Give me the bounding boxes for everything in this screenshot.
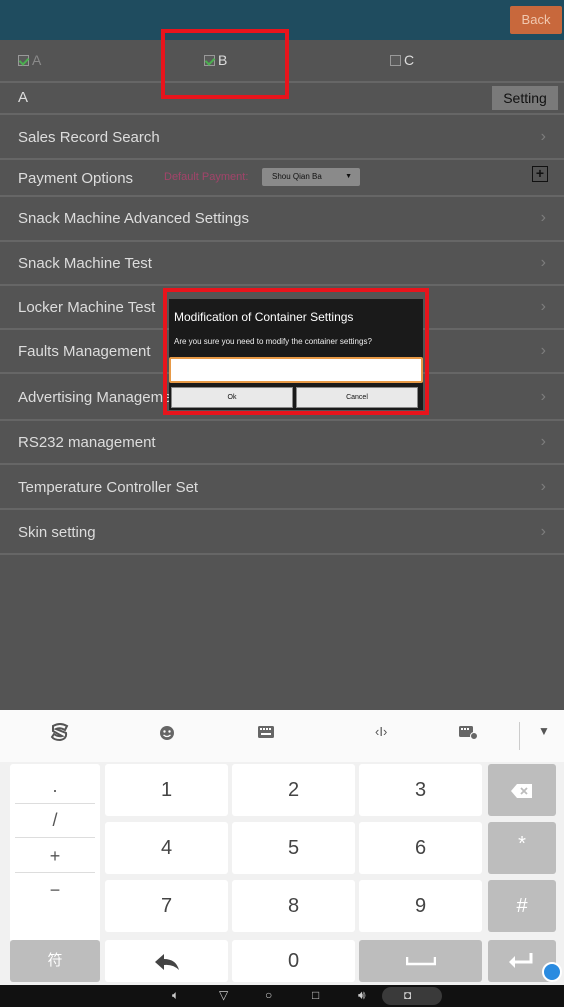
screenshot-pill[interactable]: [382, 987, 442, 1005]
menu-item-label: Snack Machine Advanced Settings: [18, 210, 249, 227]
caret-down-icon: ▼: [345, 173, 352, 180]
key-9[interactable]: 9: [359, 880, 482, 932]
chevron-right-icon: ›: [540, 478, 546, 495]
backspace-key[interactable]: [488, 764, 556, 816]
enter-icon: [509, 953, 533, 968]
symbol-divider: [15, 872, 95, 873]
symbol-divider: [15, 803, 95, 804]
menu-item-label: RS232 management: [18, 434, 156, 451]
checkbox-c-box: [390, 54, 401, 66]
checkbox-a-label: A: [32, 52, 42, 68]
app-root: Back A B C A Setting Sales Record Search: [0, 0, 564, 1007]
menu-item-label: Advertising Management: [18, 389, 184, 406]
checkbox-c-label: C: [404, 52, 415, 68]
key-4[interactable]: 4: [105, 822, 228, 874]
keyboard-icon[interactable]: [257, 724, 275, 745]
confirm-dialog: Modification of Container Settings Are y…: [169, 299, 423, 410]
checkbox-a-box: [18, 54, 29, 66]
cancel-button[interactable]: Cancel: [296, 387, 418, 408]
dialog-title: Modification of Container Settings: [174, 310, 354, 324]
back-button[interactable]: Back: [510, 6, 562, 34]
volume-up-icon[interactable]: 🔊︎: [358, 988, 366, 1003]
key-5[interactable]: 5: [232, 822, 355, 874]
container-setting-label: A: [18, 89, 29, 106]
setting-button[interactable]: Setting: [492, 86, 558, 110]
menu-item-label: Temperature Controller Set: [18, 479, 199, 496]
volume-down-icon[interactable]: 🔈︎: [172, 988, 179, 1003]
chevron-right-icon: ›: [540, 342, 546, 359]
toolbar-divider: [519, 722, 520, 750]
dialog-input[interactable]: [169, 357, 423, 383]
space-icon: [406, 957, 436, 966]
chevron-right-icon: ›: [540, 433, 546, 450]
ime-logo-icon[interactable]: [50, 722, 70, 747]
checkbox-a[interactable]: A: [18, 52, 41, 68]
highlight-box-checkbox-b: [161, 29, 289, 99]
key-2[interactable]: 2: [232, 764, 355, 816]
chevron-right-icon: ›: [540, 128, 546, 145]
numeric-keyboard: . / + − 1 2 3 4 5 6 * 7 8 9 # 符 0: [0, 762, 564, 985]
menu-item-temperature[interactable]: Temperature Controller Set ›: [0, 465, 564, 510]
chevron-right-icon: ›: [540, 298, 546, 315]
chevron-right-icon: ›: [540, 388, 546, 405]
chevron-right-icon: ›: [540, 209, 546, 226]
nav-home-icon[interactable]: ○: [265, 988, 272, 1002]
key-symbol[interactable]: +: [13, 846, 97, 867]
checkbox-c[interactable]: C: [390, 52, 414, 68]
system-nav-bar: 🔈︎ ▽ ○ □ 🔊︎ ◘: [0, 985, 564, 1007]
key-hash[interactable]: #: [488, 880, 556, 932]
key-star[interactable]: *: [488, 822, 556, 874]
default-payment-select[interactable]: Shou Qian Ba ▼: [262, 168, 360, 186]
key-0[interactable]: 0: [232, 940, 355, 982]
key-back[interactable]: [105, 940, 228, 982]
menu-item-label: Sales Record Search: [18, 129, 160, 146]
chevron-right-icon: ›: [540, 254, 546, 271]
default-payment-label: Default Payment:: [164, 171, 249, 183]
key-8[interactable]: 8: [232, 880, 355, 932]
backspace-icon: [511, 783, 532, 798]
key-3[interactable]: 3: [359, 764, 482, 816]
nav-recents-icon[interactable]: □: [312, 988, 319, 1002]
add-icon[interactable]: +: [532, 166, 548, 182]
menu-item-snack-test[interactable]: Snack Machine Test ›: [0, 242, 564, 286]
chevron-right-icon: ›: [540, 523, 546, 540]
key-1[interactable]: 1: [105, 764, 228, 816]
key-symbol[interactable]: /: [13, 810, 97, 831]
assistant-bubble-icon[interactable]: [542, 962, 562, 982]
nav-back-icon[interactable]: ▽: [219, 988, 228, 1002]
key-7[interactable]: 7: [105, 880, 228, 932]
cursor-move-icon[interactable]: ‹I›: [375, 724, 387, 739]
key-switch-symbols[interactable]: 符: [10, 940, 100, 982]
menu-item-label: Skin setting: [18, 524, 96, 541]
camera-icon[interactable]: ◘: [404, 988, 411, 1002]
reply-arrow-icon: [154, 953, 179, 970]
menu-item-label: Snack Machine Test: [18, 255, 152, 272]
dialog-message: Are you sure you need to modify the cont…: [174, 337, 372, 346]
keyboard-settings-icon[interactable]: [458, 724, 478, 745]
keyboard-toolbar: ‹I› ▼: [0, 710, 564, 762]
menu-item-label: Locker Machine Test: [18, 299, 156, 316]
collapse-keyboard-icon[interactable]: ▼: [538, 724, 550, 738]
menu-item-snack-advanced[interactable]: Snack Machine Advanced Settings ›: [0, 197, 564, 242]
space-key[interactable]: [359, 940, 482, 982]
key-symbol[interactable]: .: [13, 776, 97, 797]
menu-item-sales-record-search[interactable]: Sales Record Search ›: [0, 115, 564, 160]
menu-item-label: Faults Management: [18, 343, 151, 360]
menu-item-payment-options: Payment Options Default Payment: Shou Qi…: [0, 160, 564, 197]
menu-item-skin[interactable]: Skin setting ›: [0, 510, 564, 555]
menu-item-rs232[interactable]: RS232 management ›: [0, 421, 564, 465]
key-symbol[interactable]: −: [13, 880, 97, 901]
ok-button[interactable]: Ok: [171, 387, 293, 408]
key-6[interactable]: 6: [359, 822, 482, 874]
symbol-divider: [15, 837, 95, 838]
emoji-icon[interactable]: [158, 724, 176, 747]
menu-item-label: Payment Options: [18, 170, 134, 187]
default-payment-value: Shou Qian Ba: [272, 172, 322, 181]
